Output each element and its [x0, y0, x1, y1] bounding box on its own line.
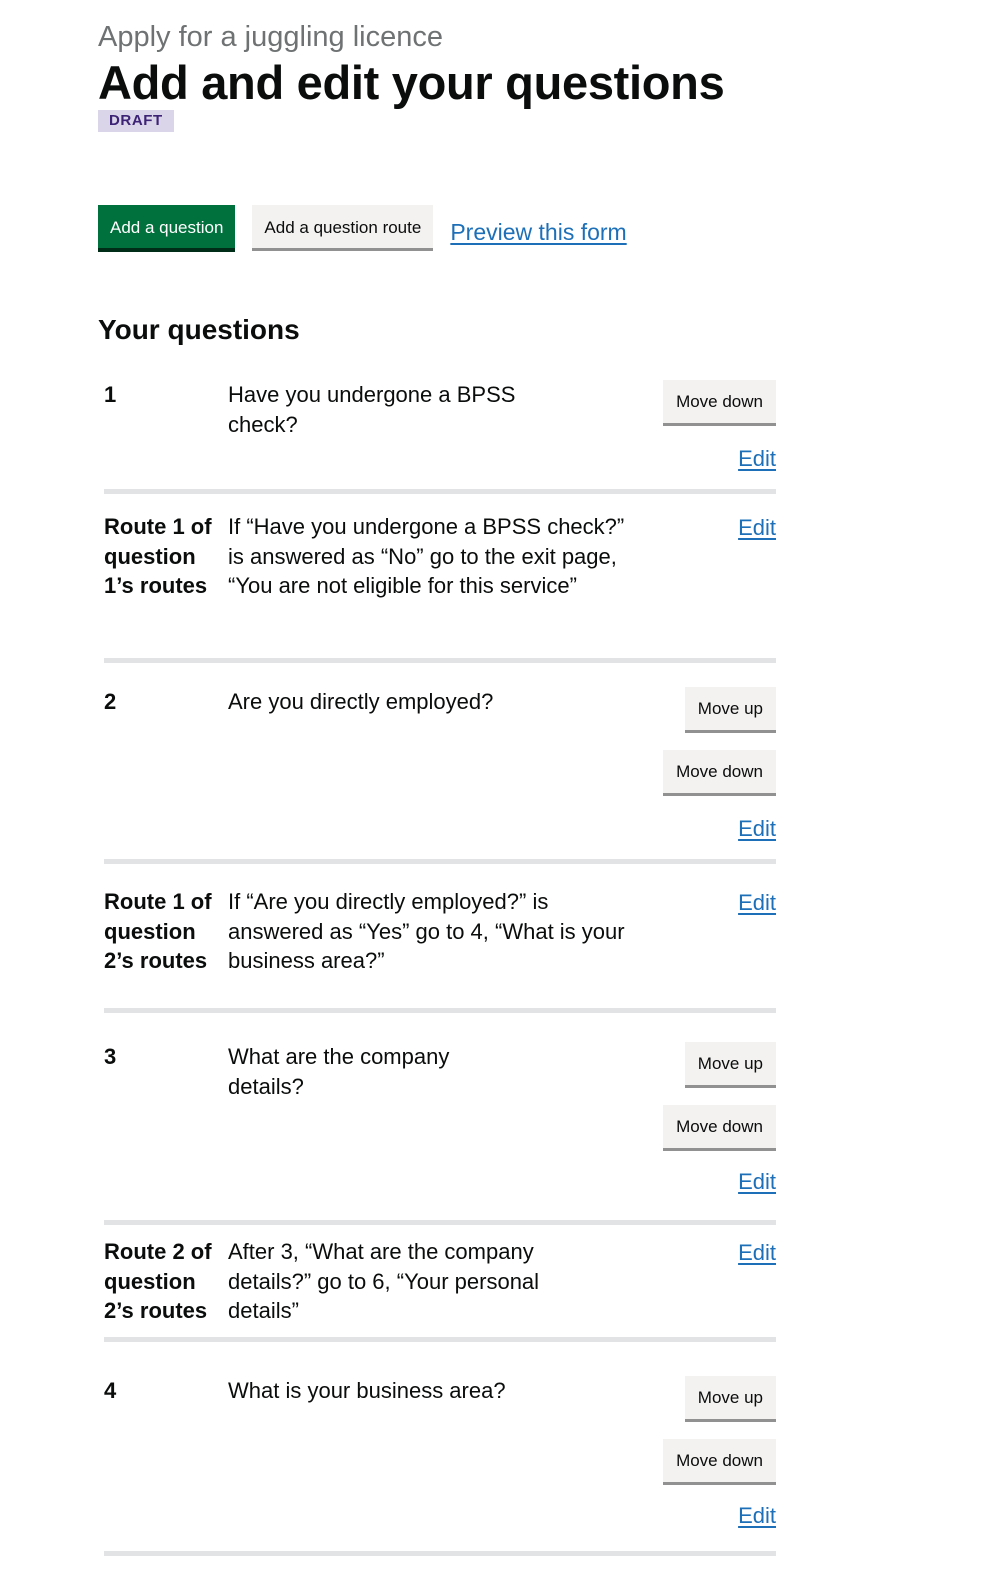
route-label: Route 1 of question 1’s routes — [104, 514, 212, 599]
question-number: 2 — [104, 689, 117, 714]
route-controls: Edit — [738, 512, 776, 542]
form-actions: Add a question Add a question route Prev… — [98, 205, 627, 248]
question-number: 3 — [104, 1044, 117, 1069]
edit-link[interactable]: Edit — [738, 889, 776, 917]
edit-link[interactable]: Edit — [738, 514, 776, 542]
move-up-button[interactable]: Move up — [684, 687, 776, 730]
question-row: 4 What is your business area? Move up Mo… — [104, 1376, 776, 1560]
preview-form-link[interactable]: Preview this form — [450, 218, 626, 246]
move-down-button[interactable]: Move down — [663, 1105, 776, 1148]
page-title: Add and edit your questions — [98, 56, 725, 109]
question-text: Have you undergone a BPSS check? — [228, 382, 516, 437]
question-text: What is your business area? — [228, 1378, 506, 1403]
edit-link[interactable]: Edit — [738, 1239, 776, 1267]
move-down-button[interactable]: Move down — [663, 1439, 776, 1482]
question-controls: Move up Move down Edit — [663, 687, 776, 843]
route-row: Route 1 of question 2’s routes If “Are y… — [104, 887, 776, 1015]
question-number: 4 — [104, 1378, 117, 1403]
your-questions-heading: Your questions — [98, 314, 300, 345]
route-text: If “Have you undergone a BPSS check?” is… — [228, 514, 625, 599]
row-divider — [104, 489, 776, 494]
row-divider — [104, 1337, 776, 1342]
add-question-button[interactable]: Add a question — [98, 205, 236, 248]
move-up-button[interactable]: Move up — [684, 1376, 776, 1419]
edit-link[interactable]: Edit — [738, 445, 776, 473]
edit-link[interactable]: Edit — [738, 1502, 776, 1530]
row-divider — [104, 1551, 776, 1556]
move-up-button[interactable]: Move up — [684, 1042, 776, 1085]
question-number: 1 — [104, 382, 117, 407]
move-down-button[interactable]: Move down — [663, 750, 776, 793]
route-text: After 3, “What are the company details?”… — [228, 1239, 540, 1324]
route-controls: Edit — [738, 887, 776, 917]
route-text: If “Are you directly employed?” is answe… — [228, 889, 625, 974]
question-row: 3 What are the company details? Move up … — [104, 1042, 776, 1226]
status-badge: DRAFT — [98, 110, 174, 132]
route-label: Route 2 of question 2’s routes — [104, 1239, 212, 1324]
question-row: 2 Are you directly employed? Move up Mov… — [104, 687, 776, 865]
question-controls: Move down Edit — [663, 380, 776, 473]
form-caption: Apply for a juggling licence — [98, 21, 443, 53]
route-row: Route 2 of question 2’s routes After 3, … — [104, 1237, 776, 1345]
add-question-route-button[interactable]: Add a question route — [252, 205, 434, 248]
question-row: 1 Have you undergone a BPSS check? Move … — [104, 380, 776, 494]
row-divider — [104, 1220, 776, 1225]
question-text: Are you directly employed? — [228, 689, 494, 714]
edit-link[interactable]: Edit — [738, 1168, 776, 1196]
route-row: Route 1 of question 1’s routes If “Have … — [104, 512, 776, 664]
route-controls: Edit — [738, 1237, 776, 1267]
question-text: What are the company details? — [228, 1044, 450, 1099]
move-down-button[interactable]: Move down — [663, 380, 776, 423]
edit-link[interactable]: Edit — [738, 815, 776, 843]
row-divider — [104, 1008, 776, 1013]
route-label: Route 1 of question 2’s routes — [104, 889, 212, 974]
question-controls: Move up Move down Edit — [663, 1042, 776, 1196]
page: Apply for a juggling licence Add and edi… — [0, 0, 1000, 1586]
row-divider — [104, 658, 776, 663]
question-controls: Move up Move down Edit — [663, 1376, 776, 1530]
row-divider — [104, 859, 776, 864]
